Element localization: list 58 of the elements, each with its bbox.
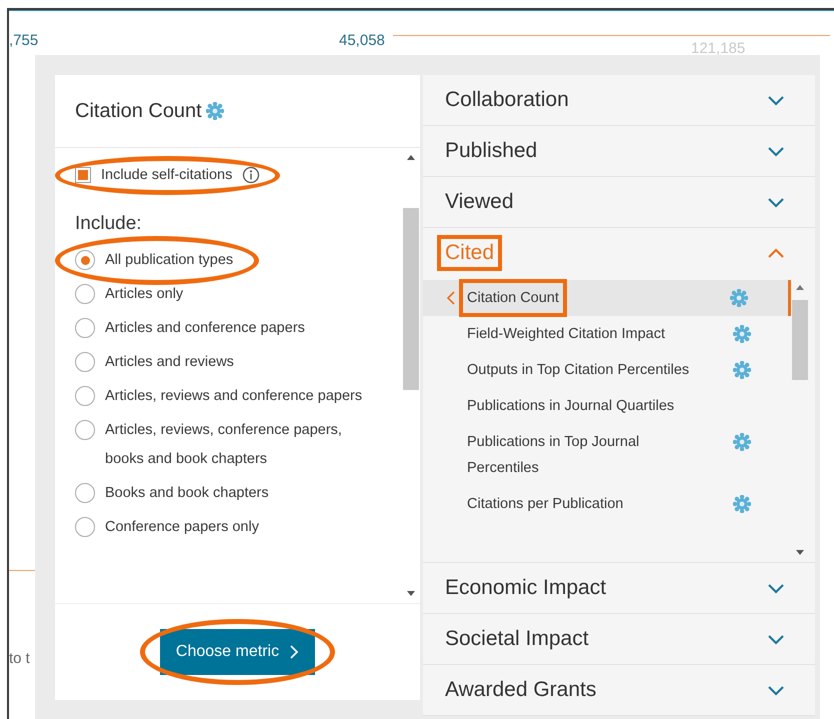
panel-title: Citation Count	[75, 100, 202, 122]
radio-label: Articles and conference papers	[105, 319, 305, 338]
scrollbar-thumb[interactable]	[792, 300, 808, 380]
category-header[interactable]: Viewed	[423, 177, 815, 227]
info-icon[interactable]	[242, 166, 260, 184]
category-label: Collaboration	[445, 88, 569, 112]
scroll-up-icon[interactable]	[407, 154, 415, 160]
radio-label: Books and book chapters	[105, 484, 269, 503]
scroll-down-icon[interactable]	[407, 591, 415, 597]
radio-button[interactable]	[75, 420, 95, 440]
category-label: Published	[445, 139, 538, 163]
section-label: Include:	[75, 212, 143, 236]
category-header[interactable]: Awarded Grants	[423, 665, 815, 715]
metric-item[interactable]: Citation Count	[423, 280, 791, 316]
metric-label: Outputs in Top Citation Percentiles	[467, 361, 690, 380]
checkbox-label: Include self-citations	[101, 167, 232, 183]
category-header[interactable]: Societal Impact	[423, 614, 815, 664]
radio-label: All publication types	[105, 251, 234, 270]
axis-value: ,755	[9, 32, 40, 49]
radio-button[interactable]	[75, 352, 95, 372]
category-label: Economic Impact	[445, 576, 606, 600]
radio-label: Articles only	[105, 285, 184, 304]
category-header[interactable]: Economic Impact	[423, 563, 815, 613]
scrollbar-thumb[interactable]	[403, 208, 419, 390]
metric-item[interactable]: Citations per Publication	[423, 486, 791, 522]
scroll-up-icon[interactable]	[796, 284, 804, 290]
category-label: Awarded Grants	[445, 678, 596, 702]
metric-label: Publications in Journal Quartiles	[467, 397, 674, 416]
metric-item[interactable]: Field-Weighted Citation Impact	[423, 316, 791, 352]
radio-button[interactable]	[75, 250, 95, 270]
metric-label: Field-Weighted Citation Impact	[467, 325, 665, 344]
radio-button[interactable]	[75, 318, 95, 338]
category-label: Cited	[445, 241, 494, 264]
checkbox[interactable]	[75, 167, 91, 183]
category-header[interactable]: Collaboration	[423, 75, 815, 125]
metric-item[interactable]: Publications in Top Journal Percentiles	[423, 424, 791, 486]
category-label: Societal Impact	[445, 627, 589, 651]
radio-button[interactable]	[75, 284, 95, 304]
category-label: Viewed	[445, 190, 514, 214]
metric-item[interactable]: Outputs in Top Citation Percentiles	[423, 352, 791, 388]
metric-label: Citations per Publication	[467, 495, 624, 514]
radio-button[interactable]	[75, 386, 95, 406]
chevron-right-icon	[289, 644, 300, 660]
radio-label: Conference papers only	[105, 518, 259, 537]
caret-left-icon	[447, 291, 455, 305]
radio-button[interactable]	[75, 483, 95, 503]
category-header[interactable]: Published	[423, 126, 815, 176]
metric-label: Citation Count	[467, 290, 559, 306]
radio-label: Articles, reviews, conference papers, books and book chapters	[105, 421, 343, 469]
radio-label: Articles and reviews	[105, 353, 234, 372]
radio-button[interactable]	[75, 517, 95, 537]
choose-metric-button[interactable]: Choose metric	[160, 629, 316, 675]
axis-value: 45,058	[339, 32, 385, 49]
scroll-down-icon[interactable]	[796, 550, 804, 556]
metric-label: Publications in Top Journal Percentiles	[467, 433, 640, 478]
radio-label: Articles, reviews and conference papers	[105, 387, 362, 406]
background-text: to t	[9, 650, 30, 667]
metric-item[interactable]: Publications in Journal Quartiles	[423, 388, 791, 424]
